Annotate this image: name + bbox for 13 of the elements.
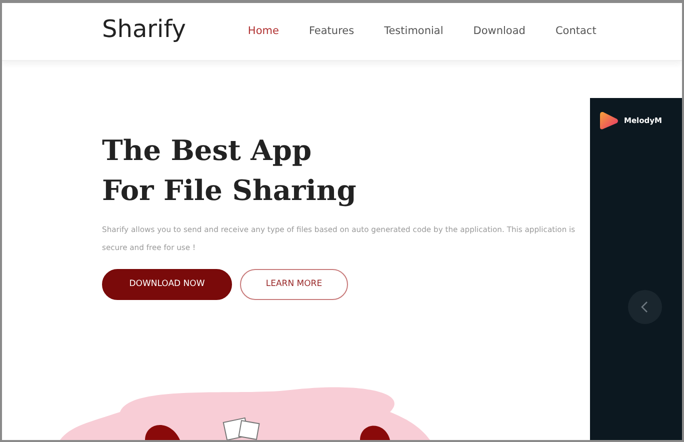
learn-more-button[interactable]: LEARN MORE	[240, 269, 348, 300]
chevron-left-icon	[640, 301, 650, 313]
nav-link[interactable]: Testimonial	[384, 22, 444, 42]
play-logo-icon	[598, 110, 620, 132]
nav-link[interactable]: Contact	[555, 22, 596, 42]
nav-link[interactable]: Download	[473, 22, 526, 42]
hero-title: The Best App	[102, 133, 313, 169]
download-button[interactable]: DOWNLOAD NOW	[102, 269, 232, 300]
previous-button[interactable]	[628, 290, 662, 324]
hero-title: For File Sharing	[102, 173, 358, 209]
brand-logo[interactable]: Sharify	[102, 16, 186, 46]
nav-link[interactable]: Features	[308, 22, 354, 42]
nav-link[interactable]: Home	[248, 22, 279, 42]
